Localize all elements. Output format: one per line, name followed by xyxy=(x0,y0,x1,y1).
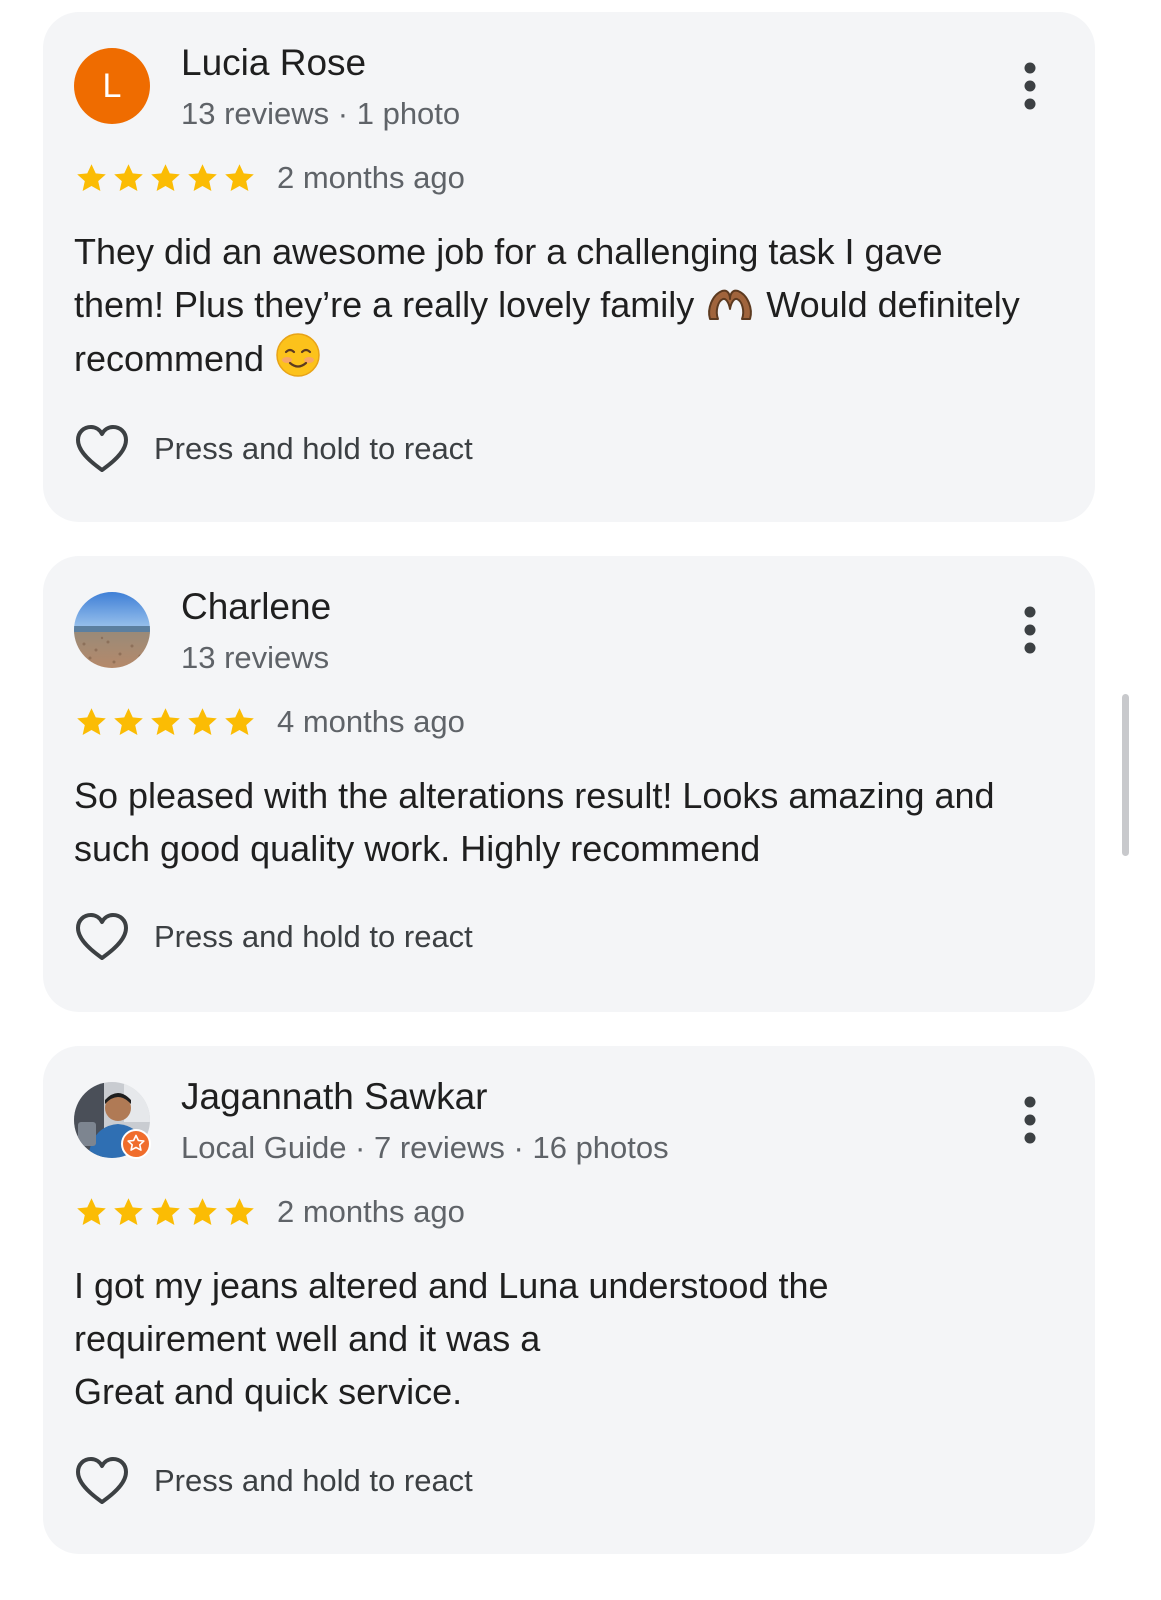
star-icon xyxy=(111,705,146,740)
star-icon xyxy=(148,161,183,196)
react-button[interactable]: Press and hold to react xyxy=(74,422,473,476)
heart-hands-emoji-icon xyxy=(708,289,753,320)
smiling-blushing-emoji-icon xyxy=(276,333,320,377)
react-label: Press and hold to react xyxy=(154,919,473,954)
heart-outline-icon[interactable] xyxy=(74,423,130,475)
star-rating xyxy=(74,705,257,740)
review-date: 2 months ago xyxy=(277,1194,465,1229)
reviewer-meta: Local Guide · 7 reviews · 16 photos xyxy=(181,1130,669,1165)
more-vert-icon[interactable] xyxy=(1015,606,1045,654)
more-vert-icon[interactable] xyxy=(1015,62,1045,110)
scrollbar[interactable] xyxy=(1122,694,1129,856)
review-text-segment: them! Plus they’re a really lovely famil… xyxy=(74,284,695,325)
reviewer-meta: 13 reviews xyxy=(181,640,330,675)
star-icon xyxy=(185,1195,220,1230)
star-icon xyxy=(148,705,183,740)
react-label: Press and hold to react xyxy=(154,1463,473,1498)
review-text-line: them! Plus they’re a really lovely famil… xyxy=(74,278,1074,331)
review-text: So pleased with the alterations result! … xyxy=(74,769,1074,875)
react-button[interactable]: Press and hold to react xyxy=(74,1454,473,1508)
review-date: 2 months ago xyxy=(277,160,465,195)
more-vert-icon[interactable] xyxy=(1015,1096,1045,1144)
star-icon xyxy=(74,705,109,740)
rating-row: 2 months ago xyxy=(74,158,465,198)
star-icon xyxy=(185,161,220,196)
avatar[interactable]: L xyxy=(74,48,150,124)
star-icon xyxy=(111,161,146,196)
review-card: L Lucia Rose 13 reviews · 1 photo 2 mont… xyxy=(43,12,1095,522)
react-label: Press and hold to react xyxy=(154,431,473,466)
star-icon xyxy=(222,161,257,196)
review-text: I got my jeans altered and Luna understo… xyxy=(74,1259,1074,1418)
star-icon xyxy=(74,161,109,196)
reviewer-name[interactable]: Charlene xyxy=(181,586,331,628)
star-icon xyxy=(222,1195,257,1230)
star-icon xyxy=(148,1195,183,1230)
avatar-letter: L xyxy=(102,66,122,105)
reviewer-name[interactable]: Lucia Rose xyxy=(181,42,366,84)
review-text-line: They did an awesome job for a challengin… xyxy=(74,231,943,272)
reviewer-name[interactable]: Jagannath Sawkar xyxy=(181,1076,487,1118)
review-text-line: such good quality work. Highly recommend xyxy=(74,828,761,869)
star-icon xyxy=(111,1195,146,1230)
review-card: Charlene 13 reviews 4 months ago So plea… xyxy=(43,556,1095,1012)
beach-photo-avatar xyxy=(74,592,150,668)
review-text-line: Great and quick service. xyxy=(74,1371,463,1412)
star-rating xyxy=(74,1195,257,1230)
review-text-segment: recommend xyxy=(74,338,265,379)
heart-outline-icon[interactable] xyxy=(74,911,130,963)
heart-outline-icon[interactable] xyxy=(74,1455,130,1507)
review-text-line: So pleased with the alterations result! … xyxy=(74,775,995,816)
rating-row: 4 months ago xyxy=(74,702,465,742)
review-text-line: requirement well and it was a xyxy=(74,1318,541,1359)
star-icon xyxy=(74,1195,109,1230)
review-text-line: I got my jeans altered and Luna understo… xyxy=(74,1265,829,1306)
react-button[interactable]: Press and hold to react xyxy=(74,910,473,964)
local-guide-star-icon xyxy=(121,1129,151,1159)
star-icon xyxy=(222,705,257,740)
star-icon xyxy=(185,705,220,740)
reviewer-meta: 13 reviews · 1 photo xyxy=(181,96,461,131)
avatar[interactable] xyxy=(74,592,150,668)
review-text: They did an awesome job for a challengin… xyxy=(74,225,1074,385)
review-card: Jagannath Sawkar Local Guide · 7 reviews… xyxy=(43,1046,1095,1554)
star-rating xyxy=(74,161,257,196)
rating-row: 2 months ago xyxy=(74,1192,465,1232)
review-date: 4 months ago xyxy=(277,704,465,739)
review-text-line: recommend xyxy=(74,331,1074,385)
review-text-segment: Would definitely xyxy=(766,284,1020,325)
